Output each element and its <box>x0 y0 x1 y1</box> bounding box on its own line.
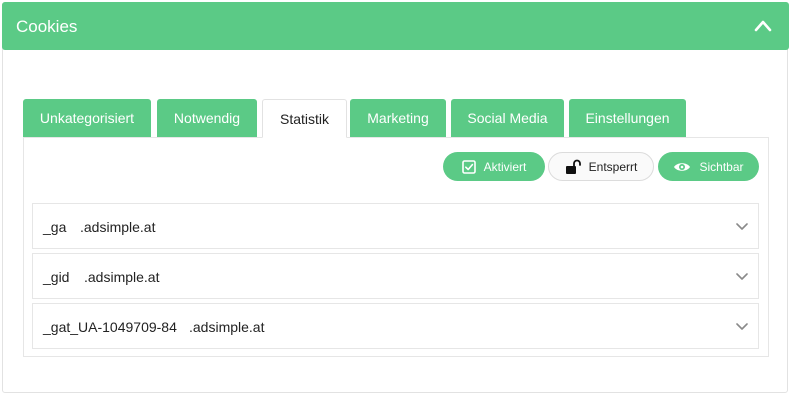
tab-social-media[interactable]: Social Media <box>451 99 564 138</box>
cookie-row[interactable]: _gat_UA-1049709-84 .adsimple.at <box>32 303 759 349</box>
cookies-header[interactable]: Cookies <box>2 2 789 50</box>
cookie-row[interactable]: _gid .adsimple.at <box>32 253 759 299</box>
activated-label: Aktiviert <box>483 159 527 174</box>
chevron-down-icon[interactable] <box>736 271 748 281</box>
cookie-domain: .adsimple.at <box>189 319 265 335</box>
tab-unkategorisiert[interactable]: Unkategorisiert <box>23 99 151 138</box>
chevron-down-icon[interactable] <box>736 321 748 331</box>
activated-toggle[interactable]: Aktiviert <box>443 152 545 181</box>
visible-label: Sichtbar <box>699 159 744 174</box>
unlock-icon <box>565 159 581 174</box>
checkbox-icon <box>461 159 476 174</box>
unlocked-label: Entsperrt <box>588 159 638 174</box>
tab-statistik[interactable]: Statistik <box>262 99 347 138</box>
cookie-row[interactable]: _ga .adsimple.at <box>32 203 759 249</box>
visible-toggle[interactable]: Sichtbar <box>658 152 759 181</box>
panel-title: Cookies <box>16 17 78 36</box>
tab-notwendig[interactable]: Notwendig <box>157 99 257 138</box>
cookie-domain: .adsimple.at <box>84 269 160 285</box>
chevron-up-icon[interactable] <box>753 16 773 36</box>
cookie-name: _gid <box>43 269 70 285</box>
eye-icon <box>674 162 691 171</box>
tab-marketing[interactable]: Marketing <box>350 99 446 138</box>
cookie-domain: .adsimple.at <box>80 219 156 235</box>
cookie-name: _gat_UA-1049709-84 <box>43 319 177 335</box>
cookie-name: _ga <box>43 219 67 235</box>
chevron-down-icon[interactable] <box>736 221 748 231</box>
tab-einstellungen[interactable]: Einstellungen <box>569 99 686 138</box>
unlocked-toggle[interactable]: Entsperrt <box>548 152 654 181</box>
